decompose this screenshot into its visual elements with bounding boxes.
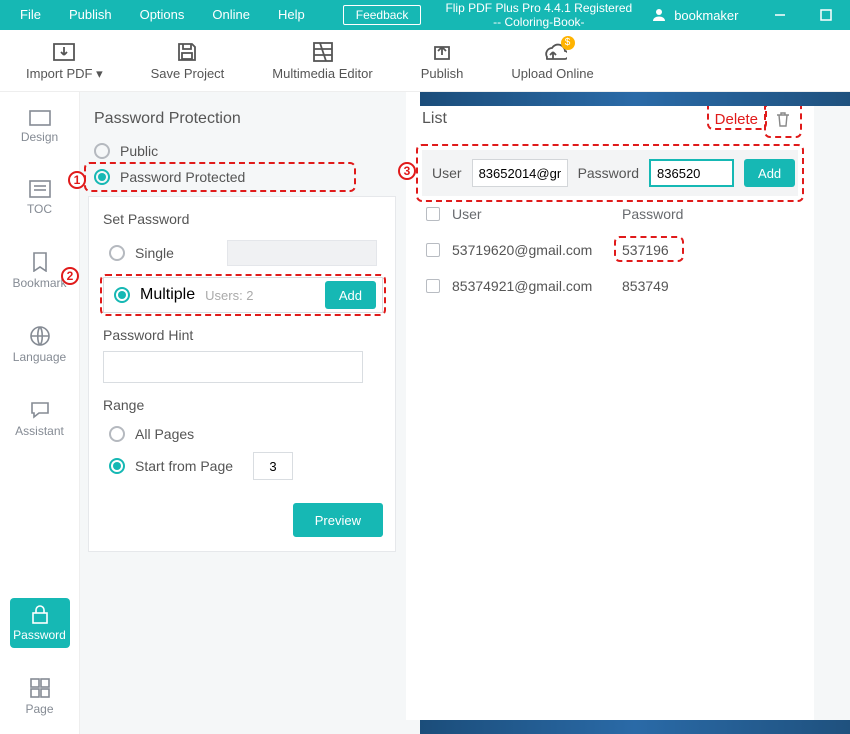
radio-icon	[114, 287, 130, 303]
row-user: 85374921@gmail.com	[452, 278, 622, 294]
upload-cloud-icon: $	[539, 40, 567, 64]
protection-password-protected[interactable]: Password Protected	[88, 164, 396, 190]
radio-icon	[109, 426, 125, 442]
list-heading: List	[422, 110, 447, 128]
range-label: Range	[103, 397, 383, 413]
row-password: 537196	[622, 242, 669, 258]
title-line2: -- Coloring-Book-	[445, 15, 632, 29]
save-icon	[176, 40, 198, 64]
password-protection-panel: Password Protection Public Password Prot…	[88, 92, 396, 720]
sidetab-toc[interactable]: TOC	[10, 174, 70, 222]
preview-background	[420, 92, 850, 106]
col-user: User	[452, 206, 622, 222]
range-all-pages[interactable]: All Pages	[103, 421, 383, 447]
single-password-input[interactable]	[227, 240, 377, 266]
window-title: Flip PDF Plus Pro 4.4.1 Registered -- Co…	[445, 1, 632, 29]
multimedia-label: Multimedia Editor	[272, 66, 372, 81]
multimedia-icon	[312, 40, 334, 64]
multimedia-editor-button[interactable]: Multimedia Editor	[272, 40, 372, 81]
row-checkbox[interactable]	[426, 279, 440, 293]
save-label: Save Project	[151, 66, 225, 81]
new-user-input[interactable]	[472, 159, 568, 187]
window-minimize-button[interactable]	[757, 0, 803, 30]
preview-button[interactable]: Preview	[293, 503, 383, 537]
import-label: Import PDF ▾	[26, 66, 103, 82]
annotation-num-2: 2	[61, 267, 79, 285]
set-password-card: Set Password Single Multiple Users: 2 Ad…	[88, 196, 396, 552]
annotation-num-1: 1	[68, 171, 86, 189]
sidetab-password[interactable]: Password	[10, 598, 70, 648]
mode-single[interactable]: Single	[103, 235, 383, 271]
side-tabs: Design TOC Bookmark Language Assistant P…	[0, 92, 80, 734]
users-count: Users: 2	[205, 288, 253, 303]
user-account[interactable]: bookmaker	[632, 6, 756, 24]
start-page-input[interactable]	[253, 452, 293, 480]
publish-label: Publish	[421, 66, 464, 81]
publish-icon	[431, 40, 453, 64]
annotation-num-3: 3	[398, 162, 416, 180]
sidetab-language[interactable]: Language	[10, 320, 70, 370]
username: bookmaker	[674, 8, 738, 23]
password-hint-input[interactable]	[103, 351, 363, 383]
menu-options[interactable]: Options	[126, 0, 199, 30]
add-password-label: Password	[578, 165, 639, 181]
protection-public[interactable]: Public	[88, 138, 396, 164]
multiple-add-button[interactable]: Add	[325, 281, 376, 309]
window-maximize-button[interactable]	[803, 0, 849, 30]
trash-icon	[774, 110, 792, 128]
user-icon	[650, 6, 668, 24]
delete-button[interactable]: Delete	[713, 107, 760, 132]
hint-label: Password Hint	[103, 327, 383, 343]
preview-background	[420, 720, 850, 734]
sidetab-assistant[interactable]: Assistant	[10, 394, 70, 444]
upload-label: Upload Online	[511, 66, 593, 81]
save-project-button[interactable]: Save Project	[151, 40, 225, 81]
table-row[interactable]: 53719620@gmail.com 537196	[422, 232, 798, 268]
upload-online-button[interactable]: $ Upload Online	[511, 40, 593, 81]
new-password-input[interactable]	[649, 159, 734, 187]
sidetab-page[interactable]: Page	[10, 672, 70, 722]
radio-icon	[109, 245, 125, 261]
mode-multiple[interactable]: Multiple Users: 2 Add	[103, 277, 383, 313]
menu-help[interactable]: Help	[264, 0, 319, 30]
panel-title: Password Protection	[94, 110, 396, 128]
upload-badge: $	[561, 36, 575, 50]
import-pdf-button[interactable]: Import PDF ▾	[26, 40, 103, 82]
radio-icon	[94, 143, 110, 159]
menu-file[interactable]: File	[6, 0, 55, 30]
title-line1: Flip PDF Plus Pro 4.4.1 Registered	[445, 1, 632, 15]
set-password-title: Set Password	[103, 211, 383, 227]
add-user-label: User	[432, 165, 462, 181]
import-icon	[51, 40, 77, 64]
menu-publish[interactable]: Publish	[55, 0, 126, 30]
col-password: Password	[622, 206, 794, 222]
row-password: 853749	[622, 278, 794, 294]
user-list-panel: List Delete User	[406, 92, 814, 720]
add-user-button[interactable]: Add	[744, 159, 795, 187]
trash-button[interactable]	[768, 104, 798, 134]
row-checkbox[interactable]	[426, 243, 440, 257]
menu-online[interactable]: Online	[198, 0, 264, 30]
select-all-checkbox[interactable]	[426, 207, 440, 221]
feedback-button[interactable]: Feedback	[343, 5, 422, 25]
range-start-from[interactable]: Start from Page	[103, 447, 383, 485]
sidetab-design[interactable]: Design	[10, 104, 70, 150]
table-row[interactable]: 85374921@gmail.com 853749	[422, 268, 798, 304]
publish-button[interactable]: Publish	[421, 40, 464, 81]
radio-icon	[109, 458, 125, 474]
radio-icon	[94, 169, 110, 185]
sidetab-bookmark[interactable]: Bookmark	[10, 246, 70, 296]
row-user: 53719620@gmail.com	[452, 242, 622, 258]
add-user-row: User Password Add 3	[422, 150, 798, 196]
table-header: User Password	[422, 196, 798, 232]
